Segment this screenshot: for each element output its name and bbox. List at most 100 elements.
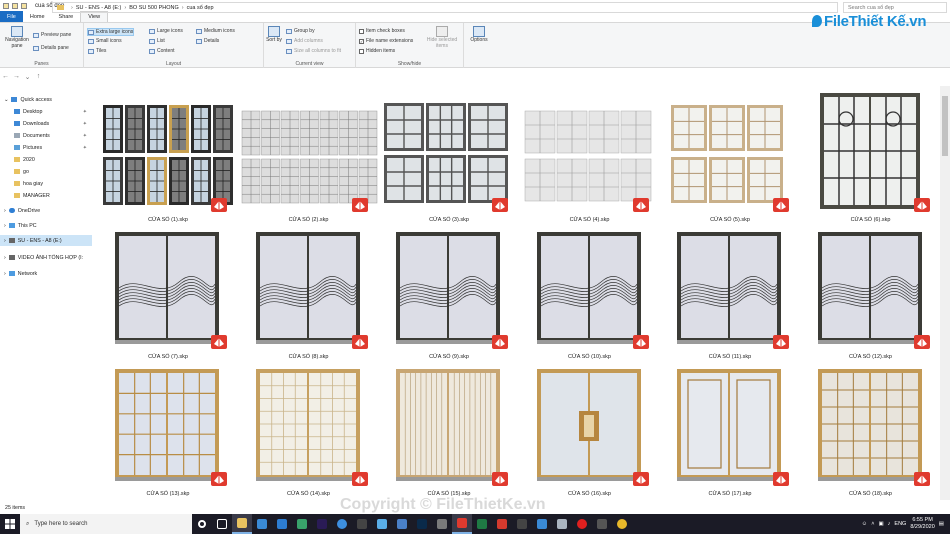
search-box[interactable]: Search cua sổ đẹp	[843, 2, 947, 13]
chevron-up-icon[interactable]: ˄	[871, 521, 874, 527]
network-icon[interactable]: ▣	[878, 521, 883, 527]
app-icon[interactable]	[272, 514, 292, 534]
file-tile[interactable]: CỬA SỔ (15).skp	[380, 363, 518, 497]
opera-icon[interactable]	[572, 514, 592, 534]
file-tile[interactable]: CỬA SỔ (1).skp	[99, 89, 237, 223]
large-icons-option[interactable]: Large icons	[149, 28, 183, 34]
preview-pane-button[interactable]: Preview pane	[33, 32, 71, 38]
new-folder-icon[interactable]	[21, 2, 27, 9]
app-icon[interactable]	[372, 514, 392, 534]
group-by-button[interactable]: Group by	[286, 28, 315, 34]
sidebar-item-pictures[interactable]: Pictures ✦	[14, 142, 92, 153]
file-tile[interactable]: CỬA SỔ (14).skp	[239, 363, 378, 497]
app-icon[interactable]	[532, 514, 552, 534]
sidebar-item-drive-i[interactable]: › VIDEO ẢNH TỔNG HỢP (I:	[4, 252, 96, 263]
details-option[interactable]: Details	[196, 38, 219, 44]
scrollbar-thumb[interactable]	[942, 96, 948, 156]
address-bar[interactable]: › SU - ENS - A8 (E:) › BO SU 500 PHONG ›…	[52, 2, 838, 13]
excel-icon[interactable]	[472, 514, 492, 534]
item-check-boxes-toggle[interactable]: Item check boxes	[359, 28, 405, 34]
file-tile[interactable]: CỬA SỔ (13).skp	[99, 363, 237, 497]
tiles-option[interactable]: Tiles	[88, 48, 106, 54]
app-icon[interactable]	[512, 514, 532, 534]
file-tile[interactable]: CỬA SỔ (12).skp	[801, 226, 938, 360]
file-tile[interactable]: CỬA SỔ (17).skp	[661, 363, 799, 497]
file-tile[interactable]: CỬA SỔ (2).skp	[239, 89, 378, 223]
file-tile[interactable]: CỬA SỔ (16).skp	[520, 363, 659, 497]
sidebar-item-quick-access[interactable]: ⌄ Quick access	[4, 94, 96, 105]
sidebar-item-drive-e[interactable]: › SU - ENS - A8 (E:)	[0, 235, 92, 246]
file-tile[interactable]: CỬA SỔ (3).skp	[380, 89, 518, 223]
size-all-columns-button[interactable]: Size all columns to fit	[286, 48, 341, 54]
photoshop-icon[interactable]	[412, 514, 432, 534]
recent-dropdown-icon[interactable]: ⌄	[22, 73, 33, 81]
file-tile[interactable]: CỬA SỔ (18).skp	[801, 363, 938, 497]
sidebar-item-downloads[interactable]: Downloads ✦	[14, 118, 92, 129]
hidden-items-toggle[interactable]: Hidden items	[359, 48, 395, 54]
breadcrumb-current[interactable]: cua sổ đẹp	[187, 5, 214, 11]
volume-icon[interactable]: ♪	[888, 521, 891, 527]
app-icon[interactable]	[332, 514, 352, 534]
breadcrumb-folder[interactable]: BO SU 500 PHONG	[129, 5, 179, 11]
sidebar-item-go[interactable]: go	[14, 166, 92, 177]
sidebar-item-desktop[interactable]: Desktop ✦	[14, 106, 92, 117]
file-tile[interactable]: CỬA SỔ (5).skp	[661, 89, 799, 223]
tab-file[interactable]: File	[0, 11, 23, 22]
after-effects-icon[interactable]	[312, 514, 332, 534]
app-icon[interactable]	[592, 514, 612, 534]
sidebar-item-network[interactable]: › Network	[4, 268, 96, 279]
add-columns-button[interactable]: Add columns	[286, 38, 323, 44]
notification-icon[interactable]: ▤	[939, 521, 944, 527]
folder-icon[interactable]	[3, 2, 9, 9]
file-tile[interactable]: CỬA SỔ (4).skp	[520, 89, 659, 223]
app-icon[interactable]	[492, 514, 512, 534]
file-tile[interactable]: CỬA SỔ (7).skp	[99, 226, 237, 360]
options-button[interactable]: Options	[467, 26, 491, 44]
app-icon[interactable]	[352, 514, 372, 534]
app-icon[interactable]	[392, 514, 412, 534]
back-arrow-icon[interactable]: ←	[0, 73, 11, 80]
start-button[interactable]	[0, 514, 20, 534]
breadcrumb-drive[interactable]: SU - ENS - A8 (E:)	[76, 5, 122, 11]
file-tile[interactable]: CỬA SỔ (11).skp	[661, 226, 799, 360]
file-explorer-icon[interactable]	[232, 514, 252, 534]
chrome-icon[interactable]	[612, 514, 632, 534]
sidebar-item-this-pc[interactable]: › This PC	[4, 220, 96, 231]
properties-icon[interactable]	[12, 2, 18, 9]
language-indicator[interactable]: ENG	[894, 521, 906, 527]
list-option[interactable]: List	[149, 38, 165, 44]
app-icon[interactable]	[292, 514, 312, 534]
sidebar-item-documents[interactable]: Documents ✦	[14, 130, 92, 141]
sketchup-icon[interactable]	[452, 514, 472, 534]
app-icon[interactable]	[432, 514, 452, 534]
file-tile[interactable]: CỬA SỔ (9).skp	[380, 226, 518, 360]
task-view-icon[interactable]	[212, 514, 232, 534]
content-option[interactable]: Content	[149, 48, 175, 54]
forward-arrow-icon[interactable]: →	[11, 73, 22, 80]
people-icon[interactable]: ☺	[862, 521, 868, 527]
file-tile[interactable]: CỬA SỔ (6).skp	[801, 89, 938, 223]
cortana-icon[interactable]	[192, 514, 212, 534]
file-name-extensions-toggle[interactable]: ✓ File name extensions	[359, 38, 413, 44]
up-arrow-icon[interactable]: ↑	[33, 73, 44, 80]
sidebar-item-manager[interactable]: MANAGER	[14, 190, 92, 201]
sidebar-item-2020[interactable]: 2020	[14, 154, 92, 165]
sort-by-button[interactable]: Sort by	[266, 26, 282, 44]
sidebar-item-hoa-giay[interactable]: hoa giay	[14, 178, 92, 189]
medium-icons-option[interactable]: Medium icons	[196, 28, 235, 34]
tab-home[interactable]: Home	[23, 11, 52, 22]
extra-large-icons-option[interactable]: Extra large icons	[87, 28, 135, 36]
small-icons-option[interactable]: Small icons	[88, 38, 122, 44]
taskbar-search[interactable]: ⌕ Type here to search	[20, 514, 192, 534]
app-icon[interactable]	[252, 514, 272, 534]
file-tile[interactable]: CỬA SỔ (10).skp	[520, 226, 659, 360]
navigation-pane-button[interactable]: Navigation pane	[3, 26, 31, 49]
file-tile[interactable]: CỬA SỔ (8).skp	[239, 226, 378, 360]
hide-selected-items-button[interactable]: Hide selected items	[424, 26, 460, 49]
clock[interactable]: 6:55 PM 8/29/2020	[910, 517, 934, 531]
vertical-scrollbar[interactable]	[940, 86, 950, 500]
details-pane-button[interactable]: Details pane	[33, 45, 69, 51]
sidebar-item-onedrive[interactable]: › OneDrive	[4, 205, 96, 216]
app-icon[interactable]	[552, 514, 572, 534]
sketchup-file-icon	[913, 472, 930, 486]
